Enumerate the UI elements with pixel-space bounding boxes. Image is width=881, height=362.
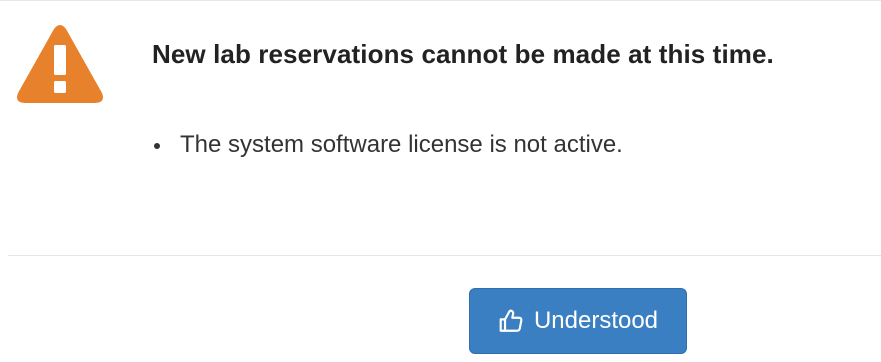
message-item: The system software license is not activ…: [148, 129, 623, 161]
alert-dialog: New lab reservations cannot be made at t…: [0, 0, 881, 362]
understood-button-label: Understood: [533, 307, 659, 334]
dialog-footer: Understood: [0, 256, 881, 362]
understood-button[interactable]: Understood: [469, 288, 687, 354]
dialog-title: New lab reservations cannot be made at t…: [152, 39, 774, 69]
warning-triangle-icon: [16, 23, 104, 105]
thumbs-up-icon: [498, 308, 524, 334]
message-list: The system software license is not activ…: [148, 129, 623, 161]
